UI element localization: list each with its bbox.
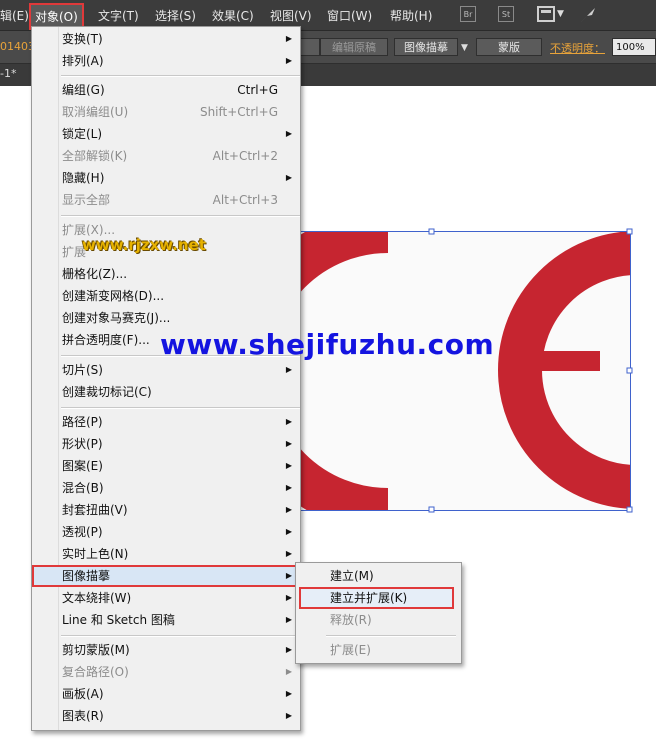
menu-separator: [61, 215, 300, 217]
menu-separator: [61, 635, 300, 637]
chevron-down-icon[interactable]: ▼: [557, 9, 564, 19]
menu-separator: [326, 635, 456, 637]
feather-icon[interactable]: [578, 5, 598, 25]
embed-button[interactable]: [300, 38, 320, 56]
submenu-arrow-icon: ▶: [285, 549, 292, 558]
menu-item-live-paint[interactable]: 实时上色(N) ▶: [32, 543, 300, 565]
submenu-arrow-icon: ▶: [285, 527, 292, 536]
menu-help[interactable]: 帮助(H): [390, 7, 432, 24]
menu-item-unlock-all[interactable]: 全部解锁(K) Alt+Ctrl+2: [32, 145, 300, 167]
menu-item-release[interactable]: 释放(R): [296, 609, 461, 631]
menu-item-gradient-mesh[interactable]: 创建渐变网格(D)...: [32, 285, 300, 307]
submenu-arrow-icon: ▶: [285, 34, 292, 43]
submenu-arrow-icon: ▶: [285, 483, 292, 492]
menu-effect[interactable]: 效果(C): [212, 7, 254, 24]
menu-type[interactable]: 文字(T): [98, 7, 139, 24]
e-crossbar-shape: [520, 351, 600, 371]
submenu-arrow-icon: ▶: [285, 645, 292, 654]
submenu-arrow-icon: ▶: [285, 593, 292, 602]
menu-separator: [61, 75, 300, 77]
handle-bottom-center[interactable]: [428, 506, 435, 513]
menu-edit[interactable]: 辑(E): [0, 7, 29, 24]
menu-separator: [61, 407, 300, 409]
menu-item-image-trace[interactable]: 图像描摹 ▶: [32, 565, 300, 587]
menu-item-object-mosaic[interactable]: 创建对象马赛克(J)...: [32, 307, 300, 329]
menu-item-graph[interactable]: 图表(R) ▶: [32, 705, 300, 727]
submenu-arrow-icon: ▶: [285, 667, 292, 676]
trace-preset-dropdown-icon[interactable]: ▼: [461, 43, 468, 53]
watermark-shejifuzhu: www.shejifuzhu.com: [160, 328, 495, 361]
workspace-icon[interactable]: [537, 6, 555, 22]
menu-item-text-wrap[interactable]: 文本绕排(W) ▶: [32, 587, 300, 609]
submenu-arrow-icon: ▶: [285, 711, 292, 720]
handle-middle-right[interactable]: [626, 367, 633, 374]
menu-item-slice[interactable]: 切片(S) ▶: [32, 359, 300, 381]
handle-top-center[interactable]: [428, 228, 435, 235]
menu-item-expand-trace[interactable]: 扩展(E): [296, 639, 461, 661]
menu-view[interactable]: 视图(V): [270, 7, 312, 24]
edit-original-button[interactable]: 编辑原稿: [320, 38, 388, 56]
submenu-arrow-icon: ▶: [285, 439, 292, 448]
menu-item-shape[interactable]: 形状(P) ▶: [32, 433, 300, 455]
menu-item-show-all[interactable]: 显示全部 Alt+Ctrl+3: [32, 189, 300, 211]
menu-item-group[interactable]: 编组(G) Ctrl+G: [32, 79, 300, 101]
watermark-rjzxw: www.rjzxw.net: [82, 236, 206, 254]
object-menu: 变换(T) ▶ 排列(A) ▶ 编组(G) Ctrl+G 取消编组(U) Shift+C…: [31, 26, 301, 731]
menu-item-clipping-mask[interactable]: 剪切蒙版(M) ▶: [32, 639, 300, 661]
submenu-arrow-icon: ▶: [285, 56, 292, 65]
menu-item-perspective[interactable]: 透视(P) ▶: [32, 521, 300, 543]
menu-item-compound-path[interactable]: 复合路径(O) ▶: [32, 661, 300, 683]
menu-item-line-sketch[interactable]: Line 和 Sketch 图稿 ▶: [32, 609, 300, 631]
image-trace-button[interactable]: 图像描摹: [394, 38, 458, 56]
menu-item-lock[interactable]: 锁定(L) ▶: [32, 123, 300, 145]
bridge-button[interactable]: Br: [460, 6, 476, 22]
mask-button[interactable]: 蒙版: [476, 38, 542, 56]
stock-button[interactable]: St: [498, 6, 514, 22]
menu-item-path[interactable]: 路径(P) ▶: [32, 411, 300, 433]
submenu-arrow-icon: ▶: [285, 505, 292, 514]
menu-item-crop-marks[interactable]: 创建裁切标记(C): [32, 381, 300, 403]
submenu-arrow-icon: ▶: [285, 571, 292, 580]
submenu-arrow-icon: ▶: [285, 173, 292, 182]
submenu-arrow-icon: ▶: [285, 615, 292, 624]
menu-item-make[interactable]: 建立(M): [296, 565, 461, 587]
handle-top-right[interactable]: [626, 228, 633, 235]
document-id: 01403: [0, 40, 35, 53]
menu-item-artboards[interactable]: 画板(A) ▶: [32, 683, 300, 705]
opacity-input[interactable]: 100%: [612, 38, 656, 56]
menu-item-transform[interactable]: 变换(T) ▶: [32, 28, 300, 50]
document-tab[interactable]: -1*: [0, 67, 16, 80]
submenu-arrow-icon: ▶: [285, 417, 292, 426]
menu-item-rasterize[interactable]: 栅格化(Z)...: [32, 263, 300, 285]
menu-item-hide[interactable]: 隐藏(H) ▶: [32, 167, 300, 189]
menu-item-pattern[interactable]: 图案(E) ▶: [32, 455, 300, 477]
menu-item-envelope-distort[interactable]: 封套扭曲(V) ▶: [32, 499, 300, 521]
menu-select[interactable]: 选择(S): [155, 7, 196, 24]
image-trace-submenu: 建立(M) 建立并扩展(K) 释放(R) 扩展(E): [295, 562, 462, 664]
menu-window[interactable]: 窗口(W): [327, 7, 372, 24]
submenu-arrow-icon: ▶: [285, 461, 292, 470]
menu-item-blend[interactable]: 混合(B) ▶: [32, 477, 300, 499]
submenu-arrow-icon: ▶: [285, 129, 292, 138]
menu-item-ungroup[interactable]: 取消编组(U) Shift+Ctrl+G: [32, 101, 300, 123]
submenu-arrow-icon: ▶: [285, 689, 292, 698]
opacity-label[interactable]: 不透明度：: [550, 40, 605, 56]
menu-item-arrange[interactable]: 排列(A) ▶: [32, 50, 300, 72]
menu-item-make-and-expand[interactable]: 建立并扩展(K): [299, 587, 454, 609]
handle-bottom-right[interactable]: [626, 506, 633, 513]
submenu-arrow-icon: ▶: [285, 365, 292, 374]
